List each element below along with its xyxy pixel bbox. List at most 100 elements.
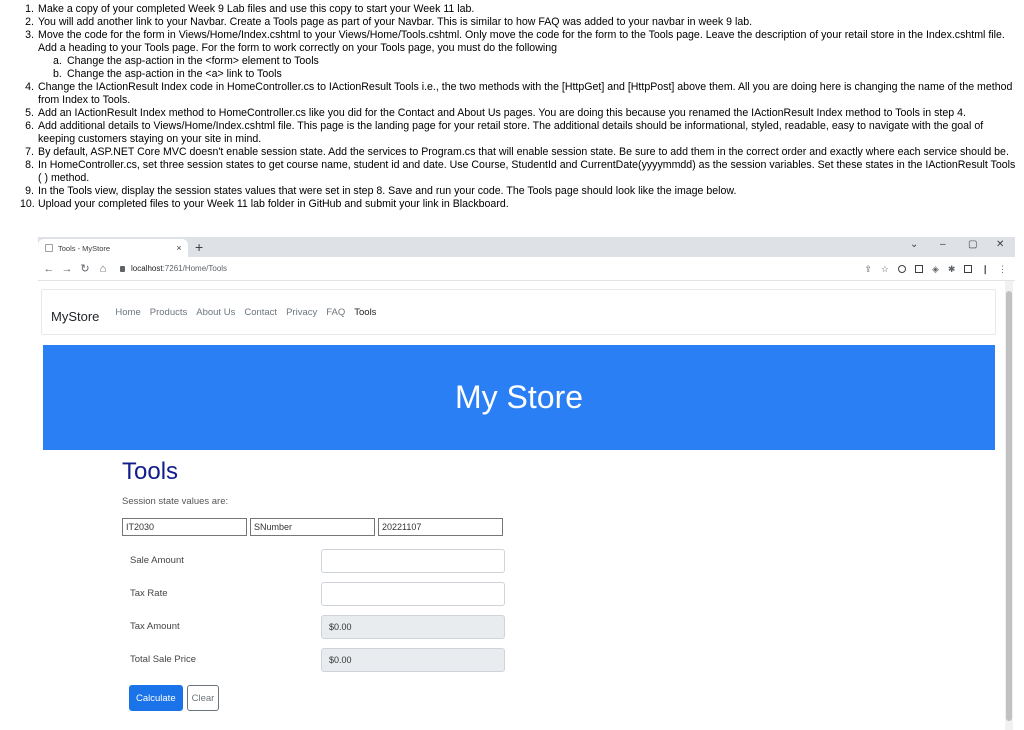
tab-close-icon[interactable]: × (174, 243, 184, 253)
instruction-text: In the Tools view, display the session s… (38, 185, 737, 197)
page-title: Tools (122, 458, 179, 485)
total-sale-price-label: Total Sale Price (130, 654, 197, 665)
instruction-text: You will add another link to your Navbar… (38, 16, 753, 28)
calculate-button[interactable]: Calculate (129, 685, 183, 711)
profile-icon[interactable]: ❙ (981, 264, 989, 275)
instruction-item: 4. Change the IActionResult Index code in… (20, 81, 1020, 107)
hero-banner: My Store (43, 345, 995, 450)
tax-amount-label: Tax Amount (130, 621, 180, 632)
page-viewport: MyStore Home Products About Us Contact P… (38, 281, 1015, 730)
extension-icon[interactable] (897, 265, 906, 273)
page-favicon-icon (45, 244, 53, 252)
nav-link-tools[interactable]: Tools (354, 307, 376, 318)
clear-button[interactable]: Clear (186, 685, 220, 711)
browser-toolbar: ← → ↻ ⌂ localhost:7261/Home/Tools ⇪ ☆ ◈ … (38, 257, 1015, 281)
instruction-number: 8. (25, 159, 34, 171)
instruction-text: Add an IActionResult Index method to Hom… (38, 107, 966, 119)
toolbar-actions: ⇪ ☆ ◈ ✱ ❙ ⋮ (864, 257, 1007, 281)
instruction-text: Change the asp-action in the <form> elem… (67, 55, 319, 67)
instruction-text: Move the code for the form in Views/Home… (38, 29, 1005, 54)
instruction-text: Upload your completed files to your Week… (38, 198, 509, 210)
browser-window: Tools - MyStore × + ⌄ – ▢ ✕ ← → ↻ ⌂ loca… (38, 237, 1015, 730)
instruction-letter: a. (53, 55, 62, 67)
instruction-item: 6. Add additional details to Views/Home/I… (20, 120, 1020, 146)
site-navbar: MyStore Home Products About Us Contact P… (41, 289, 996, 335)
nav-link-privacy[interactable]: Privacy (286, 307, 317, 318)
instruction-number: 10. (20, 198, 35, 210)
close-window-icon[interactable]: ✕ (996, 239, 1004, 250)
site-brand[interactable]: MyStore (51, 309, 99, 324)
form-row: Tax Amount (122, 610, 522, 643)
instruction-text: Change the asp-action in the <a> link to… (67, 68, 282, 80)
extension-icon[interactable]: ◈ (932, 264, 939, 275)
tax-rate-label: Tax Rate (130, 588, 168, 599)
instruction-number: 2. (25, 16, 34, 28)
page-scrollbar[interactable] (1005, 281, 1013, 730)
tax-amount-field (321, 614, 505, 639)
nav-link-faq[interactable]: FAQ (326, 307, 345, 318)
assignment-instructions: 1. Make a copy of your completed Week 9 L… (20, 3, 1020, 211)
share-icon[interactable]: ⇪ (864, 264, 872, 275)
date-session-field[interactable] (378, 518, 503, 536)
form-buttons: Calculate Clear (122, 685, 522, 711)
tools-content: Tools Session state values are: Sale Amo… (122, 458, 522, 711)
reload-icon[interactable]: ↻ (78, 262, 92, 275)
tax-rate-input[interactable] (321, 581, 505, 606)
instruction-letter: b. (53, 68, 62, 80)
instruction-subitem: a. Change the asp-action in the <form> el… (20, 55, 1020, 68)
sale-amount-label: Sale Amount (130, 555, 184, 566)
back-arrow-icon[interactable]: ← (42, 263, 56, 275)
address-bar[interactable]: localhost:7261/Home/Tools (120, 264, 227, 273)
instruction-number: 1. (25, 3, 34, 15)
form-row: Total Sale Price (122, 643, 522, 676)
lock-icon (120, 265, 125, 272)
sidepanel-icon[interactable] (964, 265, 973, 273)
instruction-item: 3. Move the code for the form in Views/Ho… (20, 29, 1020, 55)
instruction-number: 6. (25, 120, 34, 132)
new-tab-button[interactable]: + (195, 239, 203, 255)
total-sale-price-field (321, 647, 505, 672)
minimize-icon[interactable]: – (940, 239, 946, 250)
bookmark-star-icon[interactable]: ☆ (881, 264, 889, 275)
puzzle-extensions-icon[interactable]: ✱ (948, 264, 956, 275)
extension-icon[interactable] (914, 265, 923, 273)
banner-title: My Store (454, 379, 584, 415)
instruction-item: 2. You will add another link to your Navb… (20, 16, 1020, 29)
instruction-number: 3. (25, 29, 34, 41)
course-session-field[interactable] (122, 518, 247, 536)
instruction-text: By default, ASP.NET Core MVC doesn't ena… (38, 146, 1009, 158)
nav-link-about-us[interactable]: About Us (196, 307, 235, 318)
nav-link-home[interactable]: Home (115, 307, 140, 318)
instruction-number: 5. (25, 107, 34, 119)
instruction-item: 9. In the Tools view, display the session… (20, 185, 1020, 198)
student-id-session-field[interactable] (250, 518, 375, 536)
url-path: :7261/Home/Tools (162, 264, 228, 273)
instruction-item: 1. Make a copy of your completed Week 9 L… (20, 3, 1020, 16)
browser-tab[interactable]: Tools - MyStore × (38, 239, 188, 257)
instruction-item: 10. Upload your completed files to your W… (20, 198, 1020, 211)
instruction-item: 8. In HomeController.cs, set three sessio… (20, 159, 1020, 185)
instruction-text: Make a copy of your completed Week 9 Lab… (38, 3, 475, 15)
maximize-icon[interactable]: ▢ (968, 239, 977, 250)
forward-arrow-icon[interactable]: → (60, 263, 74, 275)
instruction-text: Change the IActionResult Index code in H… (38, 81, 1013, 106)
scrollbar-thumb[interactable] (1006, 291, 1012, 721)
instruction-number: 7. (25, 146, 34, 158)
home-icon[interactable]: ⌂ (96, 263, 110, 275)
instruction-text: In HomeController.cs, set three session … (38, 159, 1016, 184)
sale-amount-input[interactable] (321, 548, 505, 573)
instruction-number: 4. (25, 81, 34, 93)
instruction-item: 7. By default, ASP.NET Core MVC doesn't e… (20, 146, 1020, 159)
instruction-number: 9. (25, 185, 34, 197)
session-values (122, 518, 522, 536)
menu-kebab-icon[interactable]: ⋮ (998, 264, 1007, 275)
tab-search-icon[interactable]: ⌄ (910, 239, 918, 250)
instruction-text: Add additional details to Views/Home/Ind… (38, 120, 984, 145)
tab-title: Tools - MyStore (58, 243, 111, 253)
form-row: Tax Rate (122, 577, 522, 610)
tab-strip: Tools - MyStore × + ⌄ – ▢ ✕ (38, 237, 1015, 257)
form-row: Sale Amount (122, 544, 522, 577)
nav-link-products[interactable]: Products (150, 307, 188, 318)
nav-link-contact[interactable]: Contact (244, 307, 277, 318)
instruction-item: 5. Add an IActionResult Index method to H… (20, 107, 1020, 120)
